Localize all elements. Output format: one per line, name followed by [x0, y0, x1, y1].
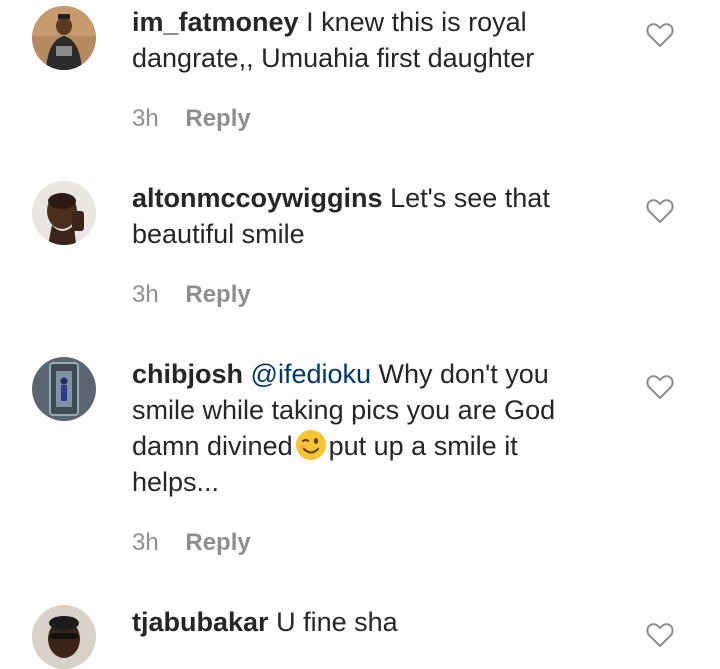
comment-username[interactable]: chibjosh — [132, 359, 243, 389]
comment-meta: 3h Reply — [132, 528, 251, 558]
avatar-photo-icon — [32, 6, 96, 70]
comment-time: 3h — [132, 105, 159, 132]
avatar[interactable] — [32, 6, 96, 70]
comment-time: 3h — [132, 281, 159, 308]
like-heart-icon[interactable] — [646, 198, 674, 224]
avatar[interactable] — [32, 357, 96, 421]
reply-button[interactable]: Reply — [185, 529, 250, 556]
winking-face-icon — [295, 429, 327, 461]
comment-text: U fine sha — [276, 607, 398, 637]
avatar[interactable] — [32, 181, 96, 245]
like-heart-icon[interactable] — [646, 374, 674, 400]
comment-username[interactable]: tjabubakar — [132, 607, 269, 637]
comment-meta: 3h Reply — [132, 104, 251, 134]
comment-body: chibjosh @ifedioku Why don't you smile w… — [132, 356, 602, 500]
comment-time: 3h — [132, 529, 159, 556]
like-heart-icon[interactable] — [646, 22, 674, 48]
comment-body: tjabubakar U fine sha — [132, 604, 602, 640]
comment-username[interactable]: im_fatmoney — [132, 7, 299, 37]
mention-link[interactable]: @ifedioku — [251, 359, 371, 389]
comment-body: altonmccoywiggins Let's see that beautif… — [132, 180, 602, 252]
comment-username[interactable]: altonmccoywiggins — [132, 183, 383, 213]
reply-button[interactable]: Reply — [185, 281, 250, 308]
comment-meta: 3h Reply — [132, 280, 251, 310]
like-heart-icon[interactable] — [646, 622, 674, 648]
avatar-photo-icon — [32, 181, 96, 245]
comment-body: im_fatmoney I knew this is royal dangrat… — [132, 4, 602, 76]
avatar[interactable] — [32, 605, 96, 669]
avatar-photo-icon — [32, 357, 96, 421]
reply-button[interactable]: Reply — [185, 105, 250, 132]
avatar-photo-icon — [32, 605, 96, 669]
